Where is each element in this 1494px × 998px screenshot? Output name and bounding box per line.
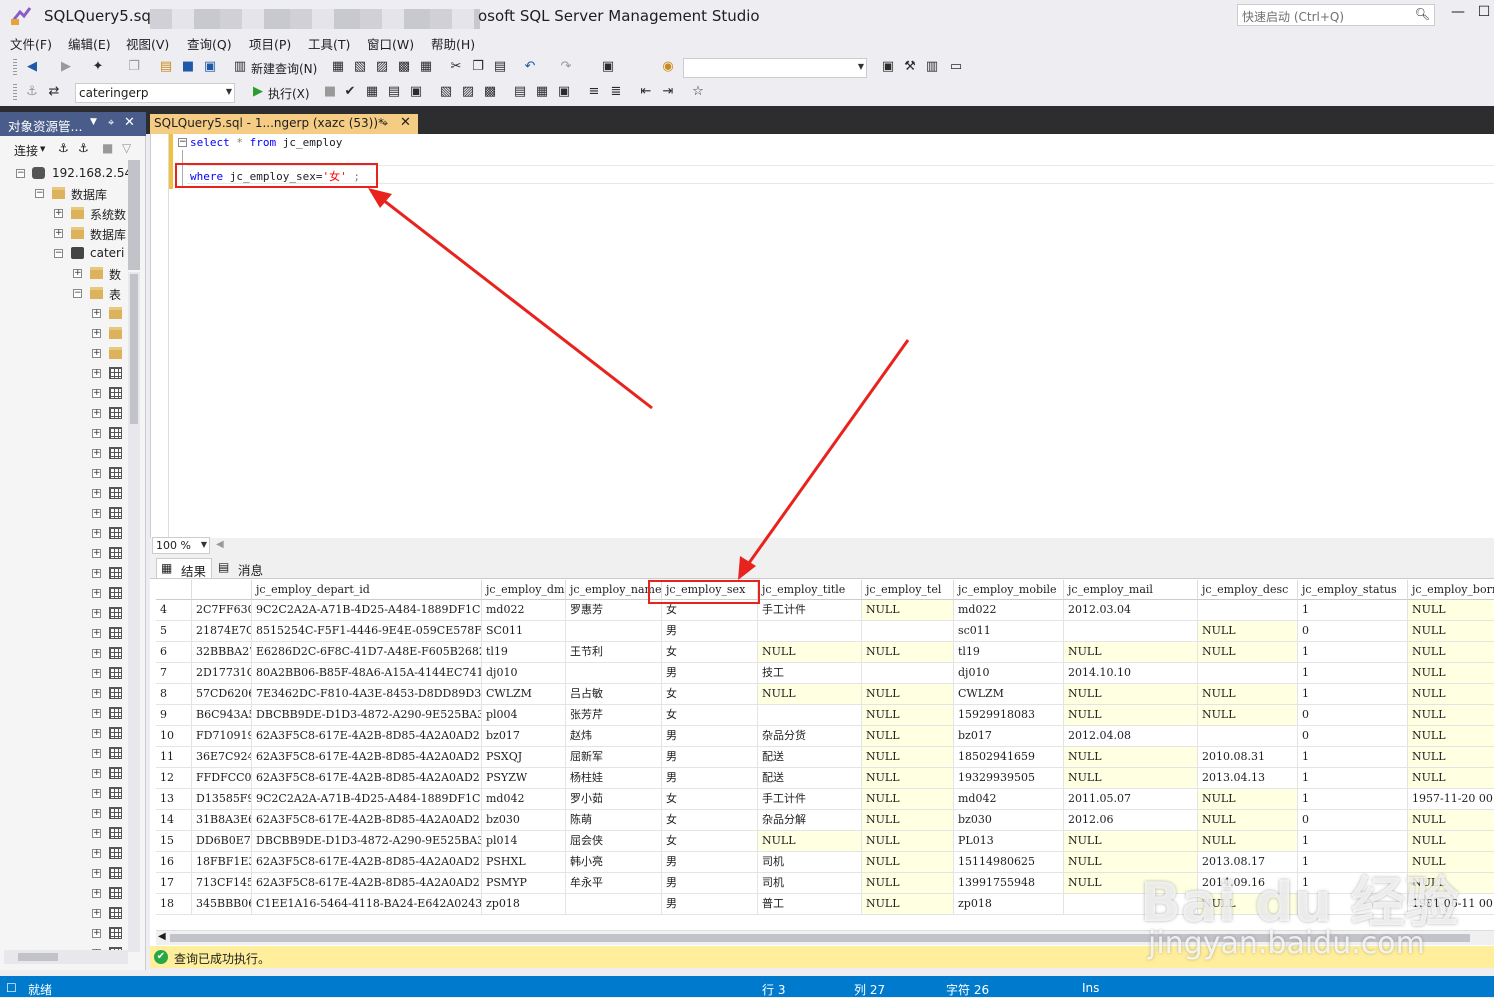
arrow-to-column: [742, 339, 910, 571]
arrow-to-where: [377, 194, 653, 410]
baidu-watermark-url: jingyan.baidu.com: [1148, 926, 1425, 961]
annotation-arrows: [368, 188, 910, 580]
arrowhead: [738, 556, 756, 580]
